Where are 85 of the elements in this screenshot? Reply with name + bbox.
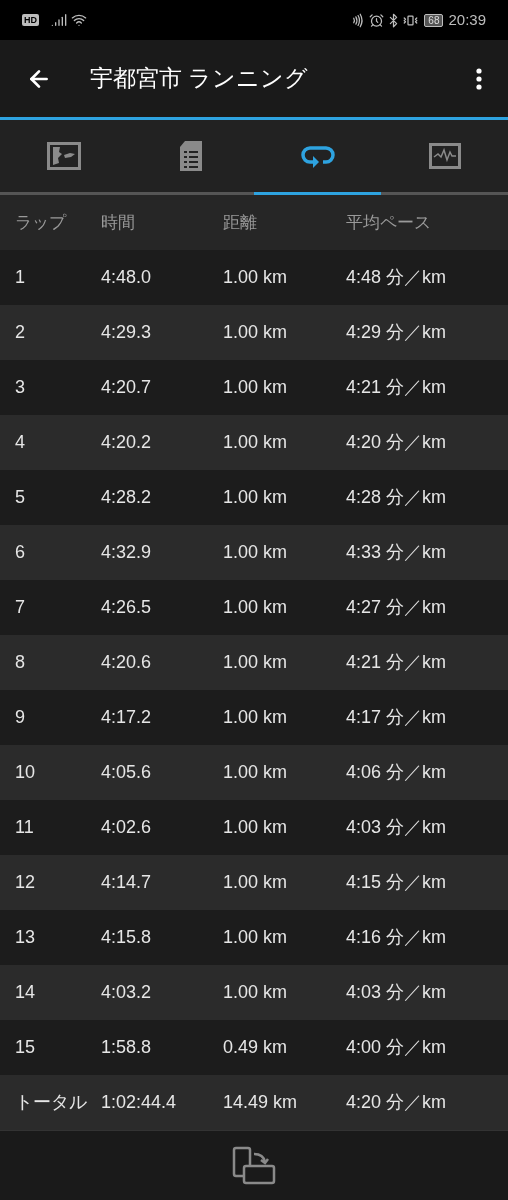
table-cell-text: トータル [15,1091,88,1114]
table-cell-text: 4:00 分／km [346,1036,448,1059]
table-cell-text: 1:58.8 [101,1036,153,1059]
table-cell-text: 13 [15,926,37,949]
wifi-icon [71,12,87,28]
table-cell-text: 4:27 分／km [346,596,448,619]
table-cell-text: 8 [15,651,26,674]
table-cell-text: 4:20.6 [101,651,153,674]
hd-badge: HD [22,14,39,26]
table-cell-text: 4:15.8 [101,926,153,949]
table-cell-text: 4:26.5 [101,596,153,619]
table-cell-text: 0.49 km [223,1036,289,1059]
table-cell-text: 1.00 km [223,871,289,894]
table-cell-text: 7 [15,596,26,619]
table-cell-text: 4:03 分／km [346,981,448,1004]
loop-arrow-icon [300,143,335,169]
column-header: 距離 [223,211,258,234]
table-cell-text: 4:28 分／km [346,486,448,509]
table-cell-text: 12 [15,871,37,894]
table-cell-text: 5 [15,486,26,509]
app-title: 宇都宮市 ランニング [90,64,310,94]
table-cell-text: 4:28.2 [101,486,153,509]
table-cell-text: 1.00 km [223,431,289,454]
table-cell-text: 4:03 分／km [346,816,448,839]
table-cell-text: 4:33 分／km [346,541,448,564]
more-vertical-icon [476,67,482,90]
table-cell-text: 1.00 km [223,816,289,839]
table-cell-text: 4:03.2 [101,981,153,1004]
table-cell-text: 1.00 km [223,981,289,1004]
table-cell-text: 4:06 分／km [346,761,448,784]
table-cell-text: 1.00 km [223,376,289,399]
table-cell-text: 1 [15,266,26,289]
table-cell-text: 15 [15,1036,37,1059]
alarm-icon [369,12,385,28]
signal-icon [51,12,67,28]
table-cell-text: 4:05.6 [101,761,153,784]
document-list-icon [178,140,203,172]
table-cell-text: 1.00 km [223,761,289,784]
table-cell-text: 4:29 分／km [346,321,448,344]
clock-time: 20:39 [448,9,486,30]
table-cell-text: 4:48 分／km [346,266,448,289]
table-cell-text: 4:48.0 [101,266,153,289]
table-cell-text: 9 [15,706,26,729]
table-cell-text: 4:20.2 [101,431,153,454]
nfc-icon [350,12,366,28]
table-cell-text: 4:21 分／km [346,651,448,674]
table-cell-text: 4:17.2 [101,706,153,729]
column-header: 平均ペース [346,211,432,234]
table-cell-text: 4:14.7 [101,871,153,894]
column-header: ラップ [15,211,68,234]
table-cell-text: 1.00 km [223,486,289,509]
table-cell-text: 1.00 km [223,596,289,619]
table-cell-text: 1.00 km [223,926,289,949]
table-cell-text: 1.00 km [223,706,289,729]
table-cell-text: 14 [15,981,37,1004]
battery-indicator: 68 [424,13,444,27]
column-header: 時間 [101,211,136,234]
table-cell-text: 4:20 分／km [346,431,448,454]
table-cell-text: 11 [15,816,35,839]
table-cell-text: 4:20.7 [101,376,153,399]
table-cell-text: 4 [15,431,26,454]
table-cell-text: 4:02.6 [101,816,153,839]
table-cell-text: 6 [15,541,26,564]
table-cell-text: 1.00 km [223,541,289,564]
table-cell-text: 1:02:44.4 [101,1091,178,1114]
table-cell-text: 1.00 km [223,266,289,289]
table-cell-text: 1.00 km [223,321,289,344]
table-cell-text: 4:16 分／km [346,926,448,949]
more-menu-button[interactable] [476,67,482,90]
map-icon [46,142,81,170]
table-cell-text: 4:17 分／km [346,706,448,729]
rotate-phone-icon [232,1145,276,1186]
table-cell-text: 1.00 km [223,651,289,674]
table-cell-text: 4:29.3 [101,321,153,344]
vibrate-icon [403,12,419,28]
table-cell-text: 4:15 分／km [346,871,448,894]
activity-chart-icon [428,143,461,169]
rotate-screen-button[interactable] [232,1145,276,1186]
table-cell-text: 4:21 分／km [346,376,448,399]
table-cell-text: 4:32.9 [101,541,153,564]
table-cell-text: 2 [15,321,26,344]
table-cell-text: 14.49 km [223,1091,299,1114]
table-cell-text: 4:20 分／km [346,1091,448,1114]
table-cell-text: 10 [15,761,37,784]
table-cell-text: 3 [15,376,26,399]
